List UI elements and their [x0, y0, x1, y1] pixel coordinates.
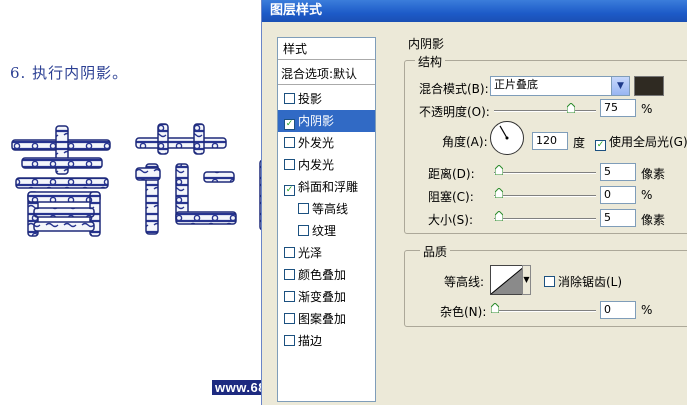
checkbox-icon[interactable] — [298, 225, 309, 236]
size-unit: 像素 — [641, 213, 666, 227]
style-item-label: 颜色叠加 — [298, 268, 347, 282]
style-item-label: 内发光 — [298, 158, 335, 172]
styles-list: 样式 混合选项:默认 投影 ✓ 内阴影 外发光 内发光 ✓ 斜面和浮雕 等高线 纹理 光泽 颜色叠加… — [277, 37, 376, 402]
distance-input[interactable]: 5 — [600, 163, 636, 181]
style-item-label: 光泽 — [298, 246, 323, 260]
blend-mode-value: 正片叠底 — [494, 78, 538, 91]
distance-slider-track[interactable] — [494, 172, 596, 174]
checkbox-icon[interactable] — [544, 276, 555, 287]
style-item-7[interactable]: 纹理 — [278, 220, 375, 242]
contour-picker[interactable] — [490, 265, 526, 295]
angle-unit: 度 — [573, 136, 586, 150]
style-item-label: 等高线 — [312, 202, 349, 216]
shadow-color-swatch[interactable] — [634, 76, 664, 96]
checkbox-icon[interactable] — [284, 313, 295, 324]
contour-linear-icon — [490, 265, 526, 295]
distance-label: 距离(D): — [428, 167, 475, 181]
styles-list-header[interactable]: 样式 — [278, 38, 375, 60]
size-input[interactable]: 5 — [600, 209, 636, 227]
style-item-3[interactable]: 外发光 — [278, 132, 375, 154]
checkbox-icon[interactable] — [298, 203, 309, 214]
step-caption: 6. 执行内阴影。 — [10, 64, 129, 82]
size-label: 大小(S): — [428, 213, 474, 227]
choke-label: 阻塞(C): — [428, 190, 474, 204]
quality-title: 品质 — [420, 243, 451, 260]
choke-input[interactable]: 0 — [600, 186, 636, 204]
noise-slider-thumb[interactable] — [491, 303, 499, 313]
angle-input[interactable]: 120 — [532, 132, 568, 150]
opacity-label: 不透明度(O): — [419, 105, 490, 119]
global-light-label: 使用全局光(G) — [609, 135, 687, 149]
angle-label: 角度(A): — [442, 135, 488, 149]
style-item-label: 纹理 — [312, 224, 337, 238]
global-light-checkbox[interactable]: ✓ 使用全局光(G) — [595, 133, 687, 151]
style-item-9[interactable]: 颜色叠加 — [278, 264, 375, 286]
dialog-title[interactable]: 图层样式 — [262, 0, 687, 22]
checkbox-icon[interactable] — [284, 269, 295, 280]
noise-input[interactable]: 0 — [600, 301, 636, 319]
antialias-label: 消除锯齿(L) — [558, 275, 623, 289]
style-item-8[interactable]: 光泽 — [278, 242, 375, 264]
choke-unit: % — [641, 188, 653, 202]
style-item-label: 描边 — [298, 334, 323, 348]
style-item-6[interactable]: 等高线 — [278, 198, 375, 220]
style-item-10[interactable]: 渐变叠加 — [278, 286, 375, 308]
noise-label: 杂色(N): — [440, 305, 487, 319]
distance-slider-thumb[interactable] — [495, 165, 503, 175]
size-slider-thumb[interactable] — [495, 211, 503, 221]
checkbox-icon[interactable] — [284, 93, 295, 104]
inner-shadow-section-title: 内阴影 — [408, 37, 445, 51]
blend-options-item[interactable]: 混合选项:默认 — [278, 63, 375, 85]
choke-slider-thumb[interactable] — [495, 188, 503, 198]
style-item-1[interactable]: 投影 — [278, 88, 375, 110]
style-item-5[interactable]: ✓ 斜面和浮雕 — [278, 176, 375, 198]
checkbox-icon[interactable]: ✓ — [284, 119, 295, 130]
opacity-unit: % — [641, 102, 653, 116]
checkbox-icon[interactable] — [284, 137, 295, 148]
size-slider-track[interactable] — [494, 218, 596, 220]
style-item-label: 斜面和浮雕 — [298, 180, 359, 194]
checkbox-icon[interactable] — [284, 335, 295, 346]
checkbox-icon[interactable] — [284, 247, 295, 258]
blend-mode-label: 混合模式(B): — [419, 82, 489, 96]
angle-dial[interactable] — [489, 120, 525, 156]
blend-mode-select[interactable]: 正片叠底 ▼ — [490, 76, 630, 96]
opacity-slider-track[interactable] — [494, 110, 596, 112]
checkbox-icon[interactable]: ✓ — [595, 140, 606, 151]
style-item-12[interactable]: 描边 — [278, 330, 375, 352]
choke-slider-track[interactable] — [494, 195, 596, 197]
opacity-input[interactable]: 75 — [600, 99, 636, 117]
checkbox-icon[interactable]: ✓ — [284, 185, 295, 196]
porcelain-text-artwork — [8, 120, 270, 250]
style-item-label: 渐变叠加 — [298, 290, 347, 304]
antialias-checkbox[interactable]: 消除锯齿(L) — [544, 273, 622, 290]
contour-label: 等高线: — [444, 275, 485, 289]
style-item-4[interactable]: 内发光 — [278, 154, 375, 176]
style-item-label: 外发光 — [298, 136, 335, 150]
chevron-down-icon[interactable]: ▼ — [611, 77, 629, 95]
checkbox-icon[interactable] — [284, 159, 295, 170]
style-item-label: 图案叠加 — [298, 312, 347, 326]
style-item-label: 内阴影 — [298, 114, 335, 128]
style-item-label: 投影 — [298, 92, 323, 106]
opacity-slider-thumb[interactable] — [566, 103, 575, 113]
style-item-11[interactable]: 图案叠加 — [278, 308, 375, 330]
structure-title: 结构 — [415, 53, 446, 70]
noise-slider-track[interactable] — [494, 310, 596, 312]
distance-unit: 像素 — [641, 167, 666, 181]
contour-dropdown-arrow[interactable]: ▼ — [522, 265, 531, 295]
style-item-2[interactable]: ✓ 内阴影 — [278, 110, 375, 132]
noise-unit: % — [641, 303, 653, 317]
checkbox-icon[interactable] — [284, 291, 295, 302]
